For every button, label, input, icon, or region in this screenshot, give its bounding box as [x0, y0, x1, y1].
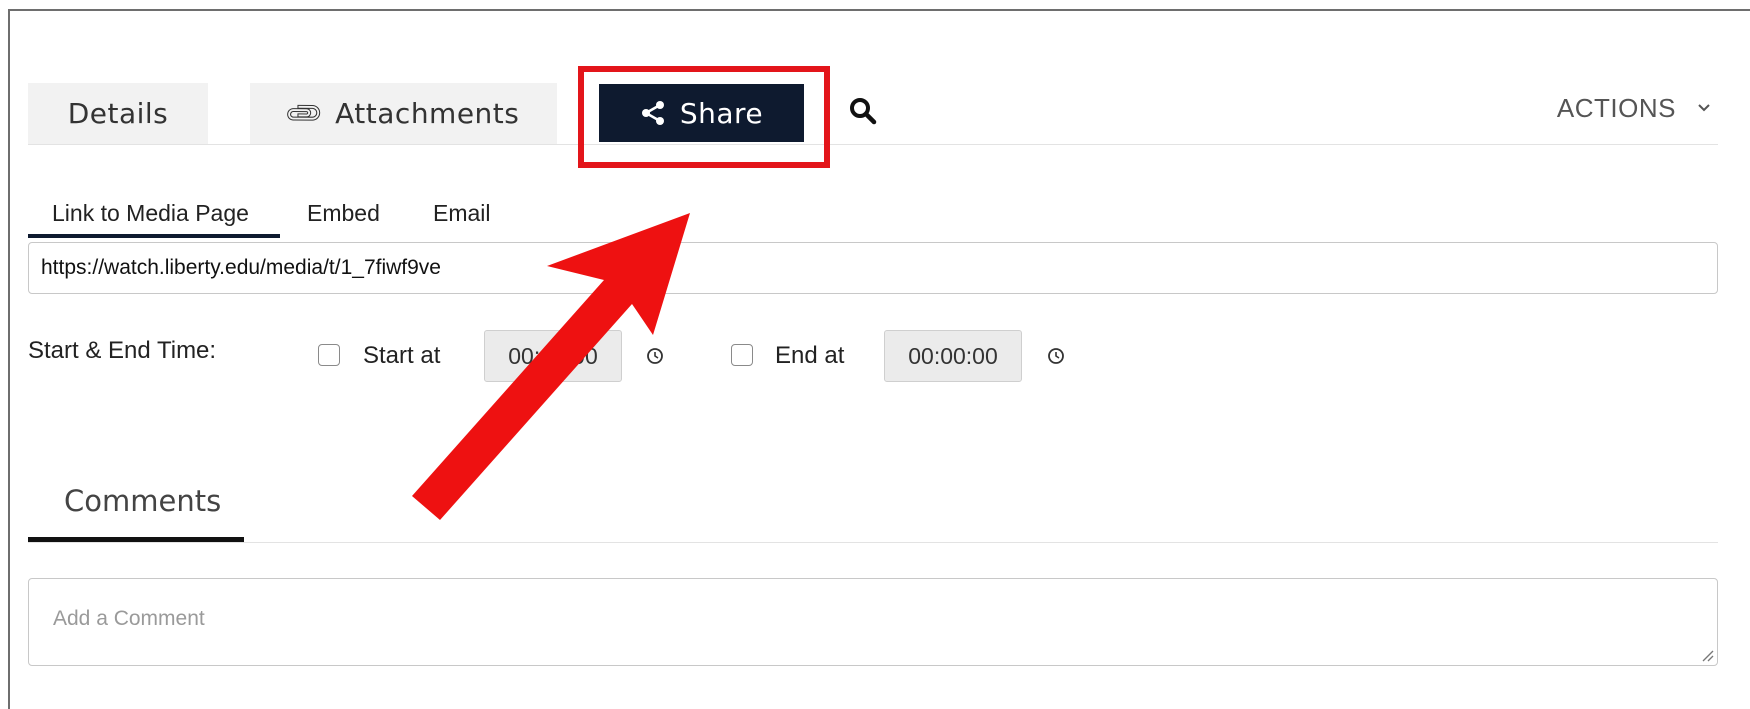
subtab-embed[interactable]: Embed: [307, 200, 380, 227]
share-highlight-box: [578, 66, 830, 168]
actions-menu[interactable]: ACTIONS: [1557, 90, 1712, 126]
search-icon: [850, 98, 877, 125]
tab-comments[interactable]: Comments: [64, 484, 221, 518]
tab-details-label: Details: [67, 97, 169, 130]
subtab-link-to-media-page[interactable]: Link to Media Page: [52, 200, 249, 227]
resize-grip-icon[interactable]: [1700, 648, 1714, 662]
tab-attachments[interactable]: 📎︎ Attachments: [250, 83, 557, 144]
clock-icon: [647, 348, 663, 364]
tab-attachments-label: Attachments: [335, 97, 520, 130]
end-at-label: End at: [775, 342, 845, 369]
actions-label: ACTIONS: [1556, 92, 1676, 123]
comments-divider: [28, 542, 1718, 543]
active-subtab-indicator: [28, 234, 280, 238]
paperclip-icon: 📎︎: [281, 91, 327, 136]
subtab-email[interactable]: Email: [433, 200, 491, 227]
media-link-field[interactable]: [28, 242, 1718, 294]
chevron-down-icon: [1696, 102, 1712, 114]
tab-divider: [28, 144, 1718, 145]
start-time-field[interactable]: [484, 330, 622, 382]
end-time-field[interactable]: [884, 330, 1022, 382]
end-at-checkbox[interactable]: [731, 344, 753, 366]
start-at-label: Start at: [363, 342, 441, 369]
comment-input[interactable]: [28, 578, 1718, 666]
search-button[interactable]: [848, 96, 880, 128]
start-end-time-label: Start & End Time:: [28, 337, 217, 364]
tab-details[interactable]: Details: [28, 83, 208, 144]
start-at-checkbox[interactable]: [318, 344, 340, 366]
clock-icon: [1048, 348, 1064, 364]
